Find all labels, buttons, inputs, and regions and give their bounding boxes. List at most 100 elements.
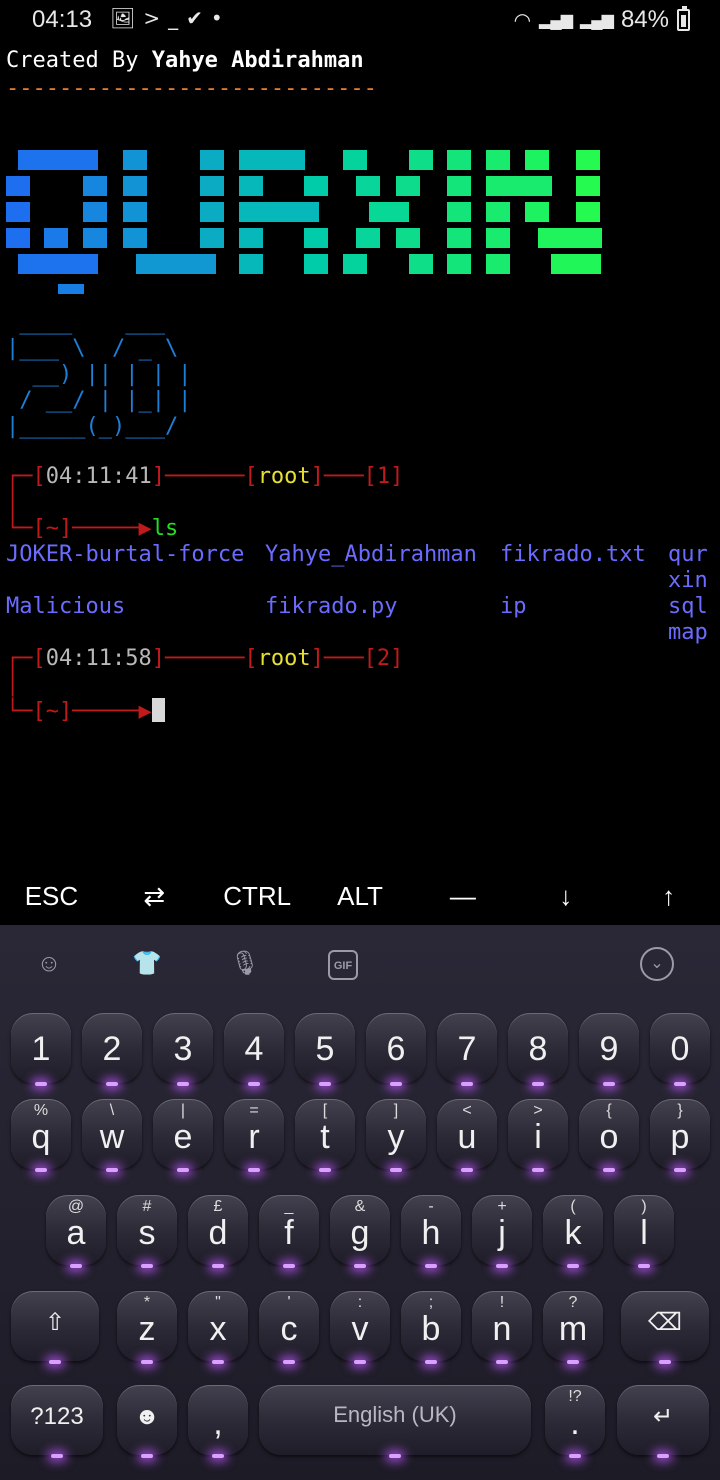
logo-block (396, 176, 420, 196)
gif-icon[interactable]: GIF (328, 950, 358, 980)
key-h[interactable]: -h (401, 1195, 461, 1268)
key-glow (425, 1360, 437, 1364)
key-9[interactable]: 9 (579, 1013, 639, 1086)
arrow-up-key[interactable]: ↑ (617, 881, 720, 912)
mic-icon[interactable]: 🎙 (228, 947, 262, 981)
system-icons: ◠ ▂▄▆ ▂▄▆ 84% (514, 6, 690, 34)
key-8[interactable]: 8 (508, 1013, 568, 1086)
emoji-sticker-icon[interactable]: ☺ (32, 947, 66, 981)
banner-divider: ---------------------------- (6, 76, 377, 101)
shirt-icon[interactable]: 👕 (130, 947, 164, 981)
image-icon: 🖼 (110, 6, 144, 30)
prompt-line-2[interactable]: └─[~]─────▶ (6, 698, 165, 725)
key-label: j (498, 1214, 506, 1252)
alt-key[interactable]: ALT (309, 881, 412, 912)
logo-block (6, 176, 30, 196)
arrow-down-key[interactable]: ↓ (514, 881, 617, 912)
logo-block (576, 176, 600, 196)
logo-block (123, 202, 147, 222)
key-m[interactable]: ? m (543, 1291, 603, 1364)
key-e[interactable]: | e (153, 1099, 213, 1172)
key-label: g (350, 1214, 370, 1252)
key-glow (283, 1360, 295, 1364)
enter-key[interactable]: ↵ (617, 1385, 709, 1458)
key-label: 9 (599, 1030, 619, 1068)
logo-block (239, 150, 305, 170)
key-i[interactable]: > i (508, 1099, 568, 1172)
key-7[interactable]: 7 (437, 1013, 497, 1086)
key-2[interactable]: 2 (82, 1013, 142, 1086)
key-label: y (387, 1118, 405, 1156)
key-label: 3 (173, 1030, 193, 1068)
key-label: 0 (670, 1030, 690, 1068)
key-q[interactable]: % q (11, 1099, 71, 1172)
key-glow (638, 1264, 650, 1268)
key-g[interactable]: & g (330, 1195, 390, 1268)
key-j[interactable]: + j (472, 1195, 532, 1268)
ls-item: fikrado.txt (500, 542, 646, 567)
logo-block (538, 228, 602, 248)
key-k[interactable]: (k (543, 1195, 603, 1268)
key-0[interactable]: 0 (650, 1013, 710, 1086)
key-glow (177, 1168, 189, 1172)
logo-block (83, 176, 107, 196)
key-n[interactable]: ! n (472, 1291, 532, 1364)
key-glow (70, 1264, 82, 1268)
key-3[interactable]: 3 (153, 1013, 213, 1086)
key-glow (51, 1454, 63, 1458)
ls-item: qurxin (668, 542, 708, 593)
chevron-down-icon[interactable]: ⌄ (640, 947, 674, 981)
key-t[interactable]: [t (295, 1099, 355, 1172)
key-b[interactable]: ; b (401, 1291, 461, 1364)
key-c[interactable]: ' c (259, 1291, 319, 1364)
key-d[interactable]: £ d (188, 1195, 248, 1268)
prompt-dir: ~ (45, 699, 59, 724)
key-s[interactable]: # s (117, 1195, 177, 1268)
ls-item: Yahye_Abdirahman (265, 542, 477, 567)
logo-block (356, 176, 380, 196)
key-f[interactable]: _ f (259, 1195, 319, 1268)
ctrl-key[interactable]: CTRL (206, 881, 309, 912)
emoji-key[interactable]: ☻ (117, 1385, 177, 1458)
key-label: q (31, 1118, 51, 1156)
key-glow (177, 1082, 189, 1086)
ls-item: JOKER-burtal-force (6, 542, 245, 567)
key-p[interactable]: } p (650, 1099, 710, 1172)
key-l[interactable]: ) l (614, 1195, 674, 1268)
key-z[interactable]: * z (117, 1291, 177, 1364)
key-5[interactable]: 5 (295, 1013, 355, 1086)
key-r[interactable]: = r (224, 1099, 284, 1172)
logo-block (123, 150, 147, 170)
logo-block (200, 150, 224, 170)
key-4[interactable]: 4 (224, 1013, 284, 1086)
key-label: s (138, 1214, 156, 1252)
key-6[interactable]: 6 (366, 1013, 426, 1086)
key-v[interactable]: :v (330, 1291, 390, 1364)
key-x[interactable]: " x (188, 1291, 248, 1364)
dash-key[interactable]: — (411, 881, 514, 912)
logo-block (6, 228, 30, 248)
tab-key[interactable]: ⇄ (103, 881, 206, 912)
key-1[interactable]: 1 (11, 1013, 71, 1086)
shift-key[interactable]: ⇧ (11, 1291, 99, 1364)
terminal-output[interactable]: Created By Yahye Abdirahman ------------… (0, 42, 720, 872)
prompt-time: 04:11:41 (45, 464, 152, 489)
key-glow (390, 1168, 402, 1172)
qurxin-logo (6, 150, 606, 295)
check-icon: ✔ (186, 6, 211, 30)
key-a[interactable]: @ a (46, 1195, 106, 1268)
backspace-key[interactable]: ⌫ (621, 1291, 709, 1364)
key-glow (212, 1454, 224, 1458)
key-o[interactable]: {o (579, 1099, 639, 1172)
key-label: t (320, 1118, 330, 1156)
key-glow (674, 1168, 686, 1172)
esc-key[interactable]: ESC (0, 881, 103, 912)
key-u[interactable]: < u (437, 1099, 497, 1172)
key-w[interactable]: \ w (82, 1099, 142, 1172)
period-key[interactable]: !?. (545, 1385, 605, 1458)
symbols-key[interactable]: ?123 (11, 1385, 103, 1458)
key-y[interactable]: ] y (366, 1099, 426, 1172)
key-glow (569, 1454, 581, 1458)
comma-key[interactable]: , (188, 1385, 248, 1458)
space-key[interactable]: English (UK) (259, 1385, 531, 1458)
